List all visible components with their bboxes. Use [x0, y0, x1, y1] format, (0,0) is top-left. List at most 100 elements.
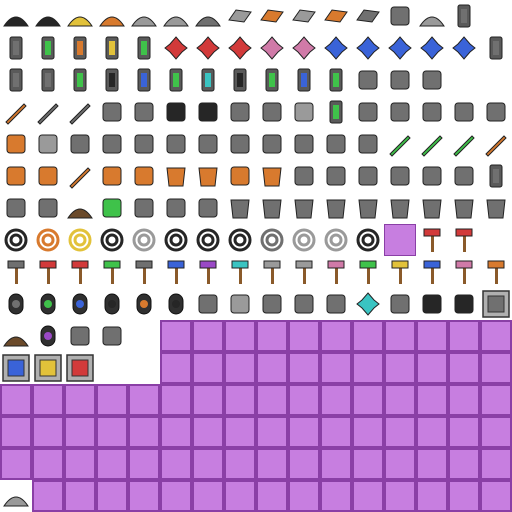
empty-slot	[160, 384, 192, 416]
painter-cyan-icon	[224, 256, 256, 288]
empty-slot	[32, 416, 64, 448]
empty-slot	[64, 384, 96, 416]
empty-canister-icon	[0, 64, 32, 96]
copper-dust-pile-icon	[96, 0, 128, 32]
ring-green-icon	[32, 288, 64, 320]
empty-slot	[96, 384, 128, 416]
coal-dust-pile-icon	[0, 0, 32, 32]
cable-gold-icon	[64, 224, 96, 256]
painter-red-2-icon	[64, 256, 96, 288]
dynamite-sticky-icon	[480, 96, 512, 128]
reactor-block-icon	[320, 128, 352, 160]
cable-black-4-icon	[192, 224, 224, 256]
empty-slot	[384, 416, 416, 448]
empty-slot	[320, 320, 352, 352]
empty-slot	[288, 352, 320, 384]
wrench-icon	[320, 160, 352, 192]
green-cell-3-icon	[320, 64, 352, 96]
painter-green-icon	[96, 256, 128, 288]
empty-icon	[384, 224, 416, 256]
empty-slot	[256, 448, 288, 480]
empty-slot	[128, 448, 160, 480]
empty-slot	[480, 384, 512, 416]
bronze-chestplate-icon	[192, 160, 224, 192]
leaf-clump-icon	[256, 96, 288, 128]
quantum-boots-icon	[480, 192, 512, 224]
crystal-cyan-icon	[352, 288, 384, 320]
empty-slot	[416, 320, 448, 352]
empty-slot	[128, 480, 160, 512]
empty-slot	[160, 448, 192, 480]
jetpack-icon	[416, 64, 448, 96]
cable-gray-2-icon	[288, 224, 320, 256]
pink-crystal-icon	[256, 32, 288, 64]
painter-gray-icon	[288, 256, 320, 288]
bag-icon	[256, 288, 288, 320]
painter-lightgray-icon	[256, 256, 288, 288]
seeds-icon	[352, 64, 384, 96]
armor-piece-icon	[96, 128, 128, 160]
slime-blob-icon	[96, 192, 128, 224]
jerrycan-2-icon	[128, 96, 160, 128]
blue-crystal-icon	[320, 32, 352, 64]
dark-cell-2-icon	[224, 64, 256, 96]
nano-chest-icon	[288, 192, 320, 224]
empty-slot	[192, 448, 224, 480]
copper-pot-icon	[0, 128, 32, 160]
recycle-crate-icon	[480, 288, 512, 320]
nano-legs-icon	[320, 192, 352, 224]
empty-slot	[160, 480, 192, 512]
empty-slot	[32, 448, 64, 480]
empty-slot	[128, 416, 160, 448]
bronze-boots-icon	[256, 160, 288, 192]
green-fluid-cell-icon	[64, 64, 96, 96]
nano-boots-icon	[352, 192, 384, 224]
machine-casing-icon	[192, 128, 224, 160]
empty-slot	[320, 448, 352, 480]
empty-slot	[160, 320, 192, 352]
empty-slot	[288, 320, 320, 352]
empty-slot	[384, 320, 416, 352]
sulfur-dust-pile-icon	[64, 0, 96, 32]
empty-slot	[192, 320, 224, 352]
dark-block-icon	[416, 288, 448, 320]
jetpack-2-icon	[128, 128, 160, 160]
grate-icon	[352, 128, 384, 160]
crate-red-icon	[64, 352, 96, 384]
empty-slot	[288, 448, 320, 480]
empty-slot	[32, 480, 64, 512]
orange-cell-icon	[64, 32, 96, 64]
empty-slot	[160, 416, 192, 448]
cable-gray-icon	[128, 224, 160, 256]
empty-slot	[448, 320, 480, 352]
stone-dust-icon	[416, 0, 448, 32]
battery-icon	[480, 32, 512, 64]
cable-black-icon	[0, 224, 32, 256]
green-cell-2-icon	[256, 64, 288, 96]
empty-slot	[448, 416, 480, 448]
painter-pink-icon	[320, 256, 352, 288]
empty-slot	[192, 384, 224, 416]
scanner-icon	[288, 160, 320, 192]
empty-slot	[160, 352, 192, 384]
ring-dark-icon	[96, 288, 128, 320]
pillar-icon	[192, 192, 224, 224]
rubber-sheet-icon	[288, 128, 320, 160]
red-crystal-3-icon	[224, 32, 256, 64]
blue-crystal-5-icon	[448, 32, 480, 64]
disk-icon	[160, 192, 192, 224]
empty-slot	[256, 384, 288, 416]
empty-slot	[224, 384, 256, 416]
cable-black-5-icon	[224, 224, 256, 256]
empty-slot	[480, 480, 512, 512]
empty-slot	[0, 384, 32, 416]
red-crystal-icon	[160, 32, 192, 64]
reactor-chamber-icon	[384, 288, 416, 320]
raw-cloth-icon	[128, 192, 160, 224]
painter-lime-icon	[352, 256, 384, 288]
ore-scanner-icon	[0, 192, 32, 224]
bronze-axe-icon	[32, 160, 64, 192]
copper-ingot-icon	[256, 0, 288, 32]
ring-icon	[0, 288, 32, 320]
battery-small-icon	[480, 160, 512, 192]
